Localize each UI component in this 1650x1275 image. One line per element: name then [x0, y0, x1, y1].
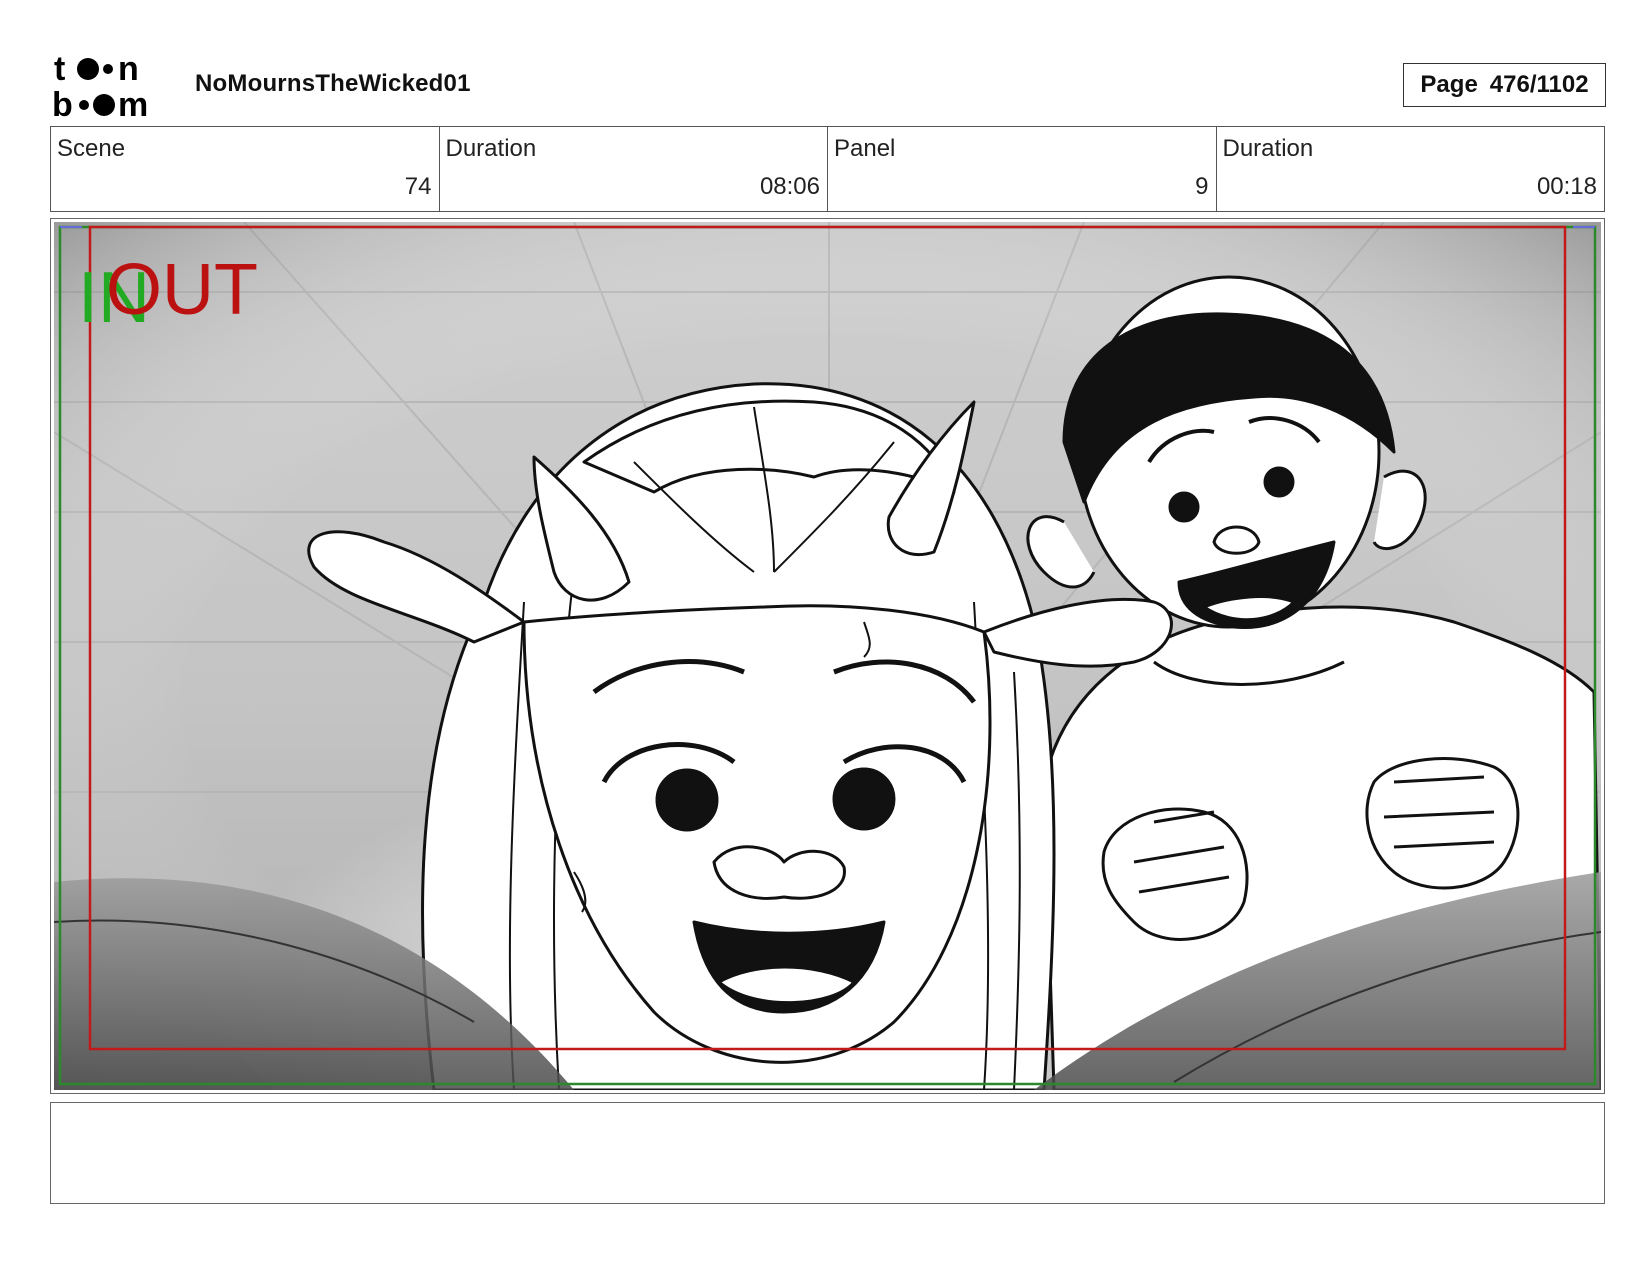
storyboard-panel-image: IN OUT: [54, 222, 1601, 1090]
svg-text:n: n: [118, 50, 139, 88]
toon-boom-logo: t n b m: [52, 50, 148, 120]
page-label: Page: [1420, 71, 1478, 98]
svg-text:t: t: [54, 50, 65, 88]
scene-duration-label: Duration: [445, 135, 537, 162]
panel-duration-label: Duration: [1222, 135, 1314, 162]
scene-cell: Scene 74: [51, 127, 440, 211]
out-marker: OUT: [106, 250, 258, 330]
page-value: 476/1102: [1489, 71, 1589, 98]
scene-value: 74: [404, 173, 432, 200]
svg-text:m: m: [118, 86, 148, 120]
scene-label: Scene: [57, 135, 126, 162]
svg-text:b: b: [52, 86, 73, 120]
project-title: NoMournsTheWicked01: [195, 70, 471, 97]
scene-duration-cell: Duration 08:06: [440, 127, 828, 211]
panel-notes-box: [50, 1102, 1605, 1204]
scene-duration-value: 08:06: [759, 173, 820, 200]
panel-value: 9: [1195, 173, 1209, 200]
scene-info-table: Scene 74 Duration 08:06 Panel 9 Duration…: [50, 126, 1605, 212]
panel-label: Panel: [834, 135, 896, 162]
page-indicator: Page 476/1102: [1403, 63, 1606, 107]
panel-duration-cell: Duration 00:18: [1217, 127, 1605, 211]
panel-duration-value: 00:18: [1536, 173, 1597, 200]
panel-cell: Panel 9: [828, 127, 1217, 211]
